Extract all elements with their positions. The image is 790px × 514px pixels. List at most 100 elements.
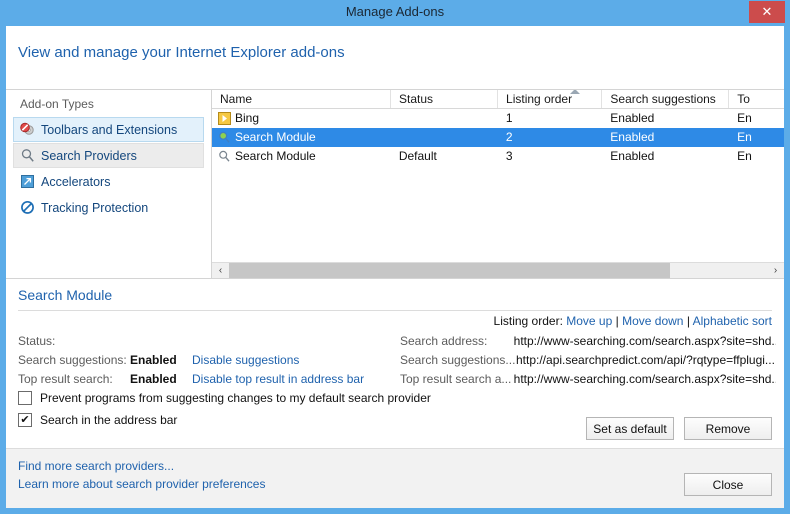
table-row[interactable]: Search Module 2 Enabled En xyxy=(212,128,784,147)
accelerator-icon xyxy=(19,174,36,190)
column-header-top-result[interactable]: To xyxy=(729,90,784,108)
search-suggestions-address-label: Search suggestions... xyxy=(400,352,516,367)
status-info-group: Status: Search suggestions: Enabled Disa… xyxy=(18,331,388,388)
cell-name: Bing xyxy=(212,109,391,128)
prevent-programs-checkbox[interactable] xyxy=(18,391,32,405)
cell-top-result: En xyxy=(737,149,752,163)
disable-top-result-link[interactable]: Disable top result in address bar xyxy=(192,372,364,386)
search-in-address-bar-label[interactable]: Search in the address bar xyxy=(40,413,177,427)
search-address-value: http://www-searching.com/search.aspx?sit… xyxy=(513,333,776,348)
move-up-link[interactable]: Move up xyxy=(566,314,612,328)
search-suggestions-label: Search suggestions: xyxy=(18,352,127,367)
cell-search-suggestions: Enabled xyxy=(610,130,655,144)
sidebar-item-tracking-protection[interactable]: Tracking Protection xyxy=(13,195,204,220)
move-down-link[interactable]: Move down xyxy=(622,314,683,328)
column-header-listing-order[interactable]: Listing order xyxy=(498,90,603,108)
sidebar-item-accelerators[interactable]: Accelerators xyxy=(13,169,204,194)
disable-suggestions-link[interactable]: Disable suggestions xyxy=(192,353,299,367)
table-body: Bing 1 Enabled En Search Module 2 Enable… xyxy=(212,109,784,262)
detail-pane: Search Module Listing order: Move up | M… xyxy=(6,278,784,448)
top-result-search-value: Enabled xyxy=(130,371,177,386)
column-header-status[interactable]: Status xyxy=(391,90,499,108)
top-result-address-label: Top result search a... xyxy=(400,371,512,386)
top-result-search-label: Top result search: xyxy=(18,371,113,386)
scrollbar-thumb[interactable] xyxy=(229,263,671,278)
scroll-right-arrow-icon[interactable]: › xyxy=(767,263,784,278)
alphabetic-sort-link[interactable]: Alphabetic sort xyxy=(693,314,772,328)
top-result-search-row: Top result search: Enabled Disable top r… xyxy=(18,369,388,388)
listing-order-controls: Listing order: Move up | Move down | Alp… xyxy=(494,314,772,328)
detail-action-buttons: Set as default Remove xyxy=(586,417,772,440)
cell-status: Default xyxy=(398,149,437,163)
cell-search-suggestions: Enabled xyxy=(610,111,655,125)
bing-icon xyxy=(217,112,231,126)
middle-region: Add-on Types Toolbars and Extensions Sea… xyxy=(6,89,784,278)
column-header-search-suggestions[interactable]: Search suggestions xyxy=(602,90,730,108)
cell-listing-order: 2 xyxy=(505,130,513,144)
prevent-programs-row[interactable]: Prevent programs from suggesting changes… xyxy=(18,387,431,409)
sidebar: Add-on Types Toolbars and Extensions Sea… xyxy=(6,89,212,278)
search-address-label: Search address: xyxy=(400,333,488,348)
prevent-programs-label[interactable]: Prevent programs from suggesting changes… xyxy=(40,391,431,405)
sidebar-item-toolbars-and-extensions[interactable]: Toolbars and Extensions xyxy=(13,117,204,142)
manage-addons-window: Manage Add-ons ✕ View and manage your In… xyxy=(0,0,790,514)
sidebar-item-search-providers[interactable]: Search Providers xyxy=(13,143,204,168)
horizontal-scrollbar[interactable]: ‹ › xyxy=(212,262,784,278)
cell-listing-order: 3 xyxy=(505,149,513,163)
search-suggestions-address-row: Search suggestions... http://api.searchp… xyxy=(400,350,776,369)
detail-title: Search Module xyxy=(18,287,772,311)
magnifier-icon xyxy=(19,148,36,164)
checkbox-group: Prevent programs from suggesting changes… xyxy=(18,387,431,431)
no-entry-icon xyxy=(19,200,36,216)
banner-title: View and manage your Internet Explorer a… xyxy=(18,44,345,61)
address-info-group: Search address: http://www-searching.com… xyxy=(400,331,776,388)
window-title: Manage Add-ons xyxy=(345,4,445,19)
title-bar: Manage Add-ons ✕ xyxy=(0,0,790,26)
sidebar-heading: Add-on Types xyxy=(20,97,94,111)
sidebar-item-label: Search Providers xyxy=(41,148,137,163)
column-header-name[interactable]: Name xyxy=(212,90,391,108)
cell-listing-order: 1 xyxy=(505,111,513,125)
scroll-left-arrow-icon[interactable]: ‹ xyxy=(212,263,229,278)
toolbars-icon xyxy=(19,122,36,138)
search-suggestions-row: Search suggestions: Enabled Disable sugg… xyxy=(18,350,388,369)
search-suggestions-address-value: http://api.searchpredict.com/api/?rqtype… xyxy=(516,352,775,367)
footer: Find more search providers... Learn more… xyxy=(6,448,784,508)
sidebar-item-label: Toolbars and Extensions xyxy=(41,122,178,137)
search-suggestions-value: Enabled xyxy=(130,352,177,367)
sort-ascending-icon xyxy=(570,90,581,94)
cell-top-result: En xyxy=(737,111,752,125)
window-close-button[interactable]: ✕ xyxy=(749,1,785,23)
listing-order-label: Listing order: xyxy=(493,314,563,328)
learn-more-link[interactable]: Learn more about search provider prefere… xyxy=(18,475,784,493)
cell-top-result: En xyxy=(737,130,752,144)
magnifier-icon xyxy=(217,150,231,164)
cell-name-text: Search Module xyxy=(235,149,316,163)
status-row: Status: xyxy=(18,331,388,350)
cell-name-text: Bing xyxy=(235,111,260,125)
table-row[interactable]: Search Module Default 3 Enabled En xyxy=(212,147,784,166)
find-more-search-providers-link[interactable]: Find more search providers... xyxy=(18,457,784,475)
search-in-address-bar-row[interactable]: ✔ Search in the address bar xyxy=(18,409,431,431)
cell-search-suggestions: Enabled xyxy=(610,149,655,163)
cell-name: Search Module xyxy=(212,128,391,147)
cell-name-text: Search Module xyxy=(235,130,316,144)
column-header-label: Listing order xyxy=(506,92,573,106)
top-result-address-value: http://www-searching.com/search.aspx?sit… xyxy=(513,371,776,386)
set-as-default-button[interactable]: Set as default xyxy=(586,417,674,440)
separator: | xyxy=(615,314,619,328)
separator: | xyxy=(686,314,690,328)
dialog-frame: View and manage your Internet Explorer a… xyxy=(6,26,784,508)
search-in-address-bar-checkbox[interactable]: ✔ xyxy=(18,413,32,427)
scrollbar-track[interactable] xyxy=(229,263,767,278)
table-row[interactable]: Bing 1 Enabled En xyxy=(212,109,784,128)
sidebar-item-label: Accelerators xyxy=(41,174,111,189)
close-button[interactable]: Close xyxy=(684,473,772,496)
cell-name: Search Module xyxy=(212,147,391,166)
table-header-row: Name Status Listing order Search suggest… xyxy=(212,90,784,109)
addons-table: Name Status Listing order Search suggest… xyxy=(212,89,784,278)
remove-button[interactable]: Remove xyxy=(684,417,772,440)
top-result-address-row: Top result search a... http://www-search… xyxy=(400,369,776,388)
sidebar-item-label: Tracking Protection xyxy=(41,200,149,215)
search-address-row: Search address: http://www-searching.com… xyxy=(400,331,776,350)
